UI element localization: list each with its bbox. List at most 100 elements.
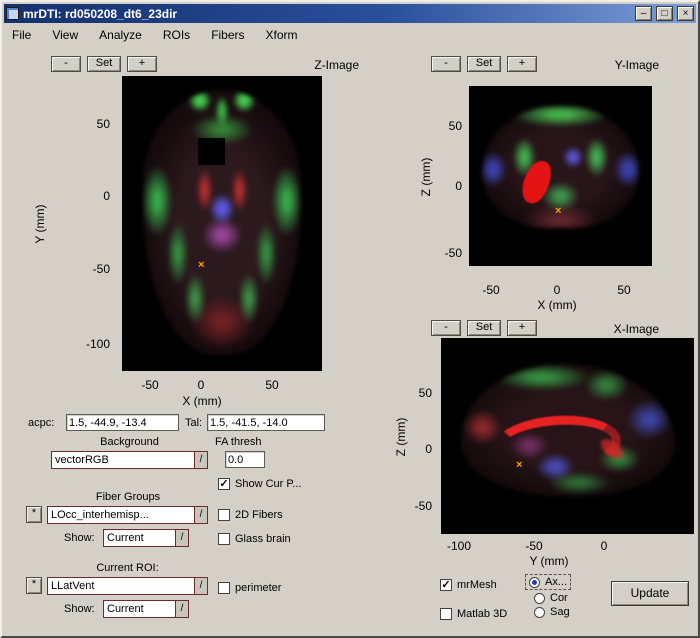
- x-zoom-in-button[interactable]: +: [507, 320, 537, 336]
- y-zoom-out-button[interactable]: -: [431, 56, 461, 72]
- menu-view[interactable]: View: [52, 28, 78, 42]
- menu-file[interactable]: File: [12, 28, 31, 42]
- y-crosshair-marker-icon: ×: [555, 206, 561, 217]
- x-x-axis-label: Y (mm): [509, 554, 589, 568]
- fiber-groups-label: Fiber Groups: [48, 491, 208, 503]
- x-zoom-out-button[interactable]: -: [431, 320, 461, 336]
- y-image-title: Y-Image: [574, 58, 659, 72]
- axial-roi-notch: [198, 138, 225, 165]
- axial-dti-map: [143, 90, 301, 354]
- x-ytick-1: 0: [402, 442, 432, 456]
- current-roi-popup[interactable]: LLatVent /: [47, 577, 208, 595]
- y-ytick-2: -50: [432, 246, 462, 260]
- z-crosshair-marker-icon: ×: [198, 260, 204, 271]
- matlab-3d-checkbox[interactable]: [440, 608, 452, 620]
- z-ytick-3: -100: [76, 337, 110, 351]
- x-crosshair-marker-icon: ×: [516, 460, 522, 471]
- acpc-input[interactable]: [66, 414, 179, 431]
- fa-thresh-label: FA thresh: [215, 436, 261, 448]
- minimize-button[interactable]: –: [635, 6, 652, 21]
- z-set-button[interactable]: Set: [87, 56, 121, 72]
- roi-show-label: Show:: [64, 603, 95, 615]
- close-button[interactable]: ×: [677, 6, 694, 21]
- radio-coronal-label: Cor: [550, 592, 568, 604]
- perimeter-label: perimeter: [235, 582, 281, 594]
- fiber-show-popup-value: Current: [104, 532, 175, 544]
- z-image-canvas[interactable]: ×: [122, 76, 322, 371]
- menu-analyze[interactable]: Analyze: [99, 28, 142, 42]
- main-content: - Set + Z-Image × Y (mm) 50 0 -50 -100 -…: [4, 47, 696, 636]
- z-zoom-out-button[interactable]: -: [51, 56, 81, 72]
- matlab-3d-label: Matlab 3D: [457, 608, 507, 620]
- x-set-button[interactable]: Set: [467, 320, 501, 336]
- radio-axial[interactable]: Ax...: [526, 575, 570, 589]
- z-ytick-0: 50: [76, 117, 110, 131]
- y-xtick-2: 50: [604, 283, 644, 297]
- show-cur-position-label: Show Cur P...: [235, 478, 301, 490]
- popup-arrow-icon[interactable]: /: [175, 601, 188, 617]
- x-xtick-0: -100: [437, 539, 481, 553]
- z-ytick-2: -50: [76, 262, 110, 276]
- z-xtick-2: 50: [252, 378, 292, 392]
- x-ytick-0: 50: [402, 386, 432, 400]
- acpc-label: acpc:: [28, 417, 54, 429]
- background-popup-value: vectorRGB: [52, 454, 194, 466]
- z-xtick-0: -50: [130, 378, 170, 392]
- roi-show-popup[interactable]: Current /: [103, 600, 189, 618]
- glass-brain-checkbox[interactable]: [218, 533, 230, 545]
- radio-sagittal[interactable]: Sag: [534, 606, 570, 618]
- fiber-groups-star-button[interactable]: *: [26, 506, 42, 523]
- z-y-axis-label: Y (mm): [33, 194, 47, 254]
- window-title: mrDTI: rd050208_dt6_23dir: [23, 5, 631, 23]
- maximize-button[interactable]: □: [656, 6, 673, 21]
- x-image-canvas[interactable]: ×: [441, 338, 694, 534]
- popup-arrow-icon[interactable]: /: [194, 578, 207, 594]
- perimeter-checkbox[interactable]: [218, 582, 230, 594]
- update-button[interactable]: Update: [611, 581, 689, 606]
- mrmesh-label: mrMesh: [457, 579, 497, 591]
- z-zoom-in-button[interactable]: +: [127, 56, 157, 72]
- 2d-fibers-label: 2D Fibers: [235, 509, 283, 521]
- y-ytick-1: 0: [432, 179, 462, 193]
- current-roi-popup-value: LLatVent: [48, 580, 194, 592]
- fiber-show-label: Show:: [64, 532, 95, 544]
- radio-sagittal-label: Sag: [550, 606, 570, 618]
- 2d-fibers-checkbox[interactable]: [218, 509, 230, 521]
- background-label: Background: [51, 436, 208, 448]
- roi-star-button[interactable]: *: [26, 577, 42, 594]
- titlebar[interactable]: mrDTI: rd050208_dt6_23dir – □ ×: [4, 4, 696, 23]
- show-cur-position-checkbox[interactable]: ✓: [218, 478, 230, 490]
- app-icon: [6, 7, 19, 20]
- menu-rois[interactable]: ROIs: [163, 28, 190, 42]
- fiber-groups-popup-value: LOcc_interhemisp...: [48, 509, 194, 521]
- popup-arrow-icon[interactable]: /: [194, 452, 207, 468]
- popup-arrow-icon[interactable]: /: [194, 507, 207, 523]
- x-image-title: X-Image: [574, 322, 659, 336]
- y-set-button[interactable]: Set: [467, 56, 501, 72]
- mrmesh-checkbox[interactable]: ✓: [440, 579, 452, 591]
- x-y-axis-label: Z (mm): [394, 407, 408, 467]
- fiber-groups-popup[interactable]: LOcc_interhemisp... /: [47, 506, 208, 524]
- tal-label: Tal:: [185, 417, 202, 429]
- background-popup[interactable]: vectorRGB /: [51, 451, 208, 469]
- menu-xform[interactable]: Xform: [266, 28, 298, 42]
- z-x-axis-label: X (mm): [162, 394, 242, 408]
- popup-arrow-icon[interactable]: /: [175, 530, 188, 546]
- y-xtick-1: 0: [537, 283, 577, 297]
- menubar: File View Analyze ROIs Fibers Xform: [2, 23, 698, 47]
- fa-thresh-input[interactable]: [225, 451, 265, 468]
- y-x-axis-label: X (mm): [517, 298, 597, 312]
- tal-input[interactable]: [207, 414, 325, 431]
- x-xtick-1: -50: [512, 539, 556, 553]
- x-ytick-2: -50: [402, 499, 432, 513]
- radio-coronal[interactable]: Cor: [534, 592, 568, 604]
- fiber-show-popup[interactable]: Current /: [103, 529, 189, 547]
- y-y-axis-label: Z (mm): [419, 147, 433, 207]
- y-image-canvas[interactable]: ×: [469, 86, 652, 266]
- app-window: mrDTI: rd050208_dt6_23dir – □ × File Vie…: [0, 0, 700, 638]
- menu-fibers[interactable]: Fibers: [211, 28, 244, 42]
- y-zoom-in-button[interactable]: +: [507, 56, 537, 72]
- z-ytick-1: 0: [76, 189, 110, 203]
- z-xtick-1: 0: [181, 378, 221, 392]
- radio-coronal-icon: [534, 593, 545, 604]
